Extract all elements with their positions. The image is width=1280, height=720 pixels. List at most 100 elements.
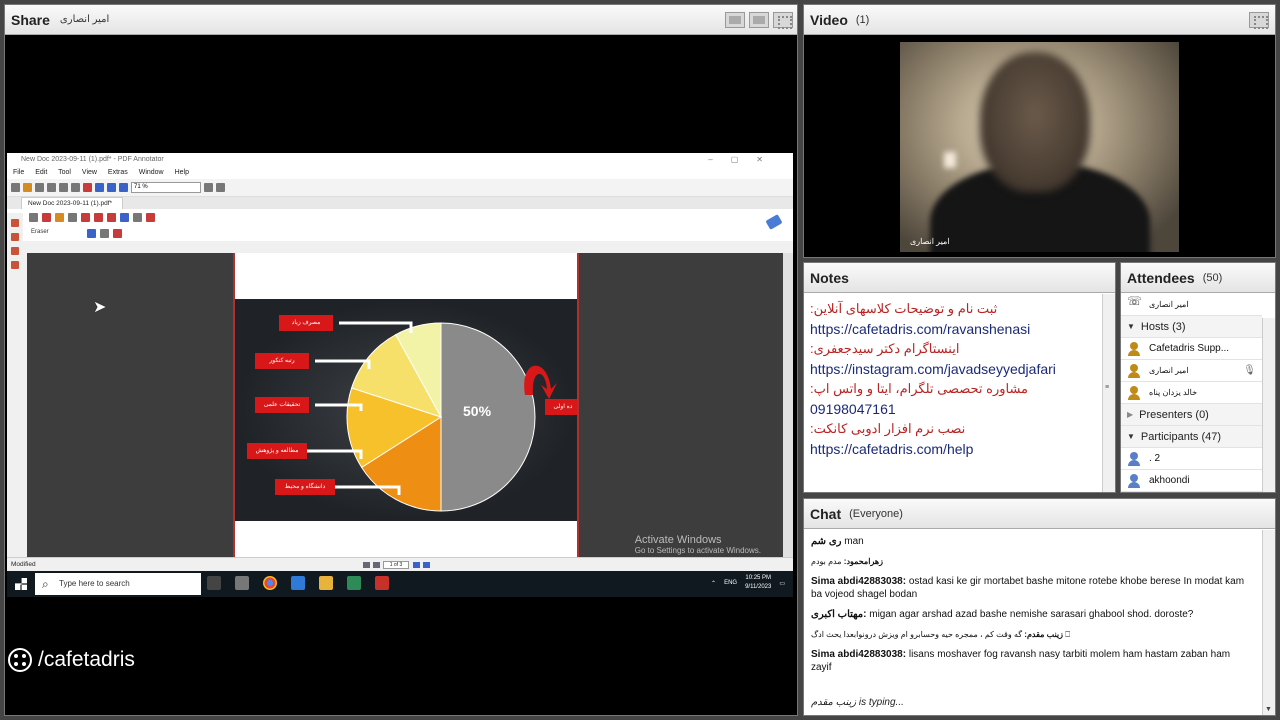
stamp-icon[interactable]	[133, 213, 142, 222]
attendees-count: (50)	[1202, 271, 1223, 284]
chrome-icon[interactable]	[263, 576, 277, 590]
taskbar-clock[interactable]: 10:25 PM 9/11/2023	[745, 574, 771, 592]
page-indicator[interactable]: 1 of 3	[383, 561, 409, 569]
fullscreen-icon[interactable]	[773, 12, 793, 29]
eraser-icon[interactable]	[120, 213, 129, 222]
first-page-icon[interactable]	[363, 562, 370, 568]
hosts-label: Hosts (3)	[1140, 320, 1186, 333]
host-row[interactable]: Cafetadris Supp...	[1121, 338, 1262, 360]
fit-width-icon[interactable]	[725, 12, 745, 28]
chat-sender: Sima abdi42883038:	[811, 576, 907, 587]
slide-label-3: تحقیقات علمی	[255, 397, 309, 413]
participant-row[interactable]: akhoondi	[1121, 470, 1262, 492]
collapse-triangle-icon[interactable]: ▶	[1127, 410, 1133, 419]
annotation-toolbar: Eraser	[7, 209, 793, 241]
eraser-color-icon[interactable]	[113, 229, 122, 238]
menu-view[interactable]: View	[82, 169, 97, 176]
notes-link[interactable]: https://cafetadris.com/ravanshenasi	[810, 319, 1102, 339]
undo-icon[interactable]	[95, 183, 104, 192]
chat-sender: ری شم	[811, 536, 842, 547]
notes-pod: Notes ثبت نام و توضیحات کلاسهای آنلاین: …	[803, 262, 1116, 493]
chat-sender: زهرامحمود:	[843, 557, 883, 566]
pen-side-icon[interactable]	[11, 233, 19, 241]
print-icon[interactable]	[47, 183, 56, 192]
pen-icon[interactable]	[42, 213, 51, 222]
copy-icon[interactable]	[71, 183, 80, 192]
scroll-grip-icon[interactable]: ≡	[1105, 384, 1113, 392]
menu-file[interactable]: File	[13, 169, 24, 176]
favorite-heart-icon[interactable]	[146, 213, 155, 222]
participant-row[interactable]: . 2	[1121, 448, 1262, 470]
notes-link[interactable]: https://cafetadris.com/help	[810, 439, 1102, 459]
host-row[interactable]: امیر انصاری 🎙	[1121, 360, 1262, 382]
select-arrow-icon[interactable]	[29, 213, 38, 222]
eraser-mode-icon[interactable]	[87, 229, 96, 238]
expand-triangle-icon[interactable]: ▼	[1127, 432, 1135, 441]
hosts-group[interactable]: ▼ Hosts (3)	[1121, 316, 1262, 338]
file-explorer-icon[interactable]	[319, 576, 333, 590]
last-page-icon[interactable]	[423, 562, 430, 568]
chat-text: مدم بودم	[811, 557, 842, 566]
attendee-name: . 2	[1149, 453, 1161, 464]
fit-width-tool-icon[interactable]	[216, 183, 225, 192]
note-side-icon[interactable]	[11, 247, 19, 255]
delete-icon[interactable]	[83, 183, 92, 192]
save-icon[interactable]	[35, 183, 44, 192]
document-tab[interactable]: New Doc 2023-09-11 (1).pdf*	[21, 197, 124, 209]
expand-triangle-icon[interactable]: ▼	[1127, 322, 1135, 331]
eraser-size-icon[interactable]	[100, 229, 109, 238]
document-scrollbar[interactable]	[783, 253, 793, 557]
notes-scrollbar[interactable]: ≡	[1102, 294, 1115, 492]
menu-edit[interactable]: Edit	[35, 169, 47, 176]
host-avatar-icon	[1127, 385, 1141, 400]
new-icon[interactable]	[11, 183, 20, 192]
notes-line: نصب نرم افزار ادوبی کانکت:	[810, 421, 966, 436]
attendee-self[interactable]: امیر انصاری	[1121, 294, 1262, 316]
task-view-icon[interactable]	[207, 576, 221, 590]
highlighter-icon[interactable]	[55, 213, 64, 222]
prev-page-icon[interactable]	[373, 562, 380, 568]
rectangle-icon[interactable]	[94, 213, 103, 222]
attach-icon[interactable]	[11, 261, 19, 269]
taskbar-search[interactable]: Type here to search	[35, 573, 201, 595]
chat-scope[interactable]: (Everyone)	[849, 508, 903, 520]
pdf-page: 50% مصرف زیاد رتبه کنکور تحقیقات علمی مط…	[233, 253, 579, 557]
windows-start-icon[interactable]	[15, 578, 27, 590]
video-fullscreen-icon[interactable]	[1249, 12, 1269, 29]
scroll-down-icon[interactable]: ▼	[1265, 706, 1272, 713]
bookmark-icon[interactable]	[11, 219, 19, 227]
notes-link[interactable]: https://instagram.com/javadseyyedjafari	[810, 359, 1102, 379]
mail-icon[interactable]	[291, 576, 305, 590]
document-viewport[interactable]: 50% مصرف زیاد رتبه کنکور تحقیقات علمی مط…	[27, 253, 783, 557]
text-icon[interactable]	[68, 213, 77, 222]
next-page-icon[interactable]	[413, 562, 420, 568]
language-indicator[interactable]: ENG	[724, 580, 737, 586]
menu-window[interactable]: Window	[139, 169, 164, 176]
redo-icon[interactable]	[107, 183, 116, 192]
tray-chevron-icon[interactable]: ⌃	[711, 580, 716, 587]
participants-group[interactable]: ▼ Participants (47)	[1121, 426, 1262, 448]
line-icon[interactable]	[81, 213, 90, 222]
presenters-group[interactable]: ▶ Presenters (0)	[1121, 404, 1262, 426]
zoom-out-icon[interactable]	[119, 183, 128, 192]
host-row[interactable]: خالد یزدان پناه	[1121, 382, 1262, 404]
zoom-level-field[interactable]: 71 %	[131, 182, 201, 193]
pdf-annotator-icon[interactable]	[375, 576, 389, 590]
slide-label-5: دانشگاه و محیط	[275, 479, 335, 495]
notification-icon[interactable]: ▭	[779, 580, 785, 587]
excel-like-icon[interactable]	[347, 576, 361, 590]
slide-label-4: مطالعه و پژوهش	[247, 443, 307, 459]
host-avatar-icon	[1127, 341, 1141, 356]
menu-tool[interactable]: Tool	[58, 169, 71, 176]
menu-help[interactable]: Help	[175, 169, 189, 176]
store-icon[interactable]	[235, 576, 249, 590]
attendees-scrollbar[interactable]	[1262, 318, 1275, 492]
ellipse-icon[interactable]	[107, 213, 116, 222]
fit-page-tool-icon[interactable]	[204, 183, 213, 192]
menu-extras[interactable]: Extras	[108, 169, 128, 176]
slide-label-right: ده اولی	[545, 399, 577, 415]
fit-page-icon[interactable]	[749, 12, 769, 28]
cut-icon[interactable]	[59, 183, 68, 192]
chat-scrollbar[interactable]: ▼	[1262, 530, 1275, 715]
open-icon[interactable]	[23, 183, 32, 192]
